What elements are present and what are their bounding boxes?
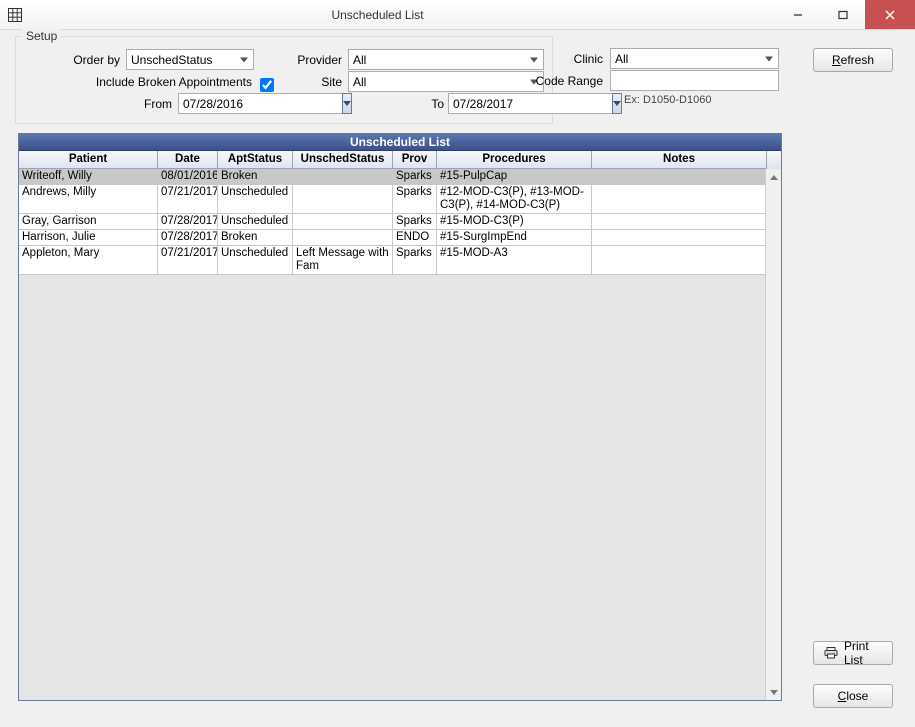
col-aptstatus[interactable]: AptStatus	[218, 151, 293, 169]
setup-legend: Setup	[22, 29, 61, 43]
grid-body[interactable]: Writeoff, Willy08/01/2016BrokenSparks#15…	[19, 169, 781, 700]
cell	[592, 230, 767, 245]
cell: #15-PulpCap	[437, 169, 592, 184]
refresh-button[interactable]: Refresh	[813, 48, 893, 72]
cell: Appleton, Mary	[19, 246, 158, 274]
cell: ENDO	[393, 230, 437, 245]
setup-groupbox: Setup Order by UnschedStatus Include Bro…	[15, 36, 553, 124]
unscheduled-grid: Unscheduled List Patient Date AptStatus …	[18, 133, 782, 701]
table-row[interactable]: Andrews, Milly07/21/2017Unscheduled Spark…	[19, 185, 781, 214]
close-window-button[interactable]	[865, 0, 915, 29]
cell	[592, 169, 767, 184]
from-date-input-wrap[interactable]	[178, 93, 274, 114]
clinic-select-wrap[interactable]: All	[610, 48, 779, 69]
col-date[interactable]: Date	[158, 151, 218, 169]
col-prov[interactable]: Prov	[393, 151, 437, 169]
provider-label: Provider	[292, 53, 342, 67]
cell: Unscheduled	[218, 185, 293, 213]
site-select-wrap[interactable]: All	[348, 71, 544, 92]
cell: 07/21/2017	[158, 246, 218, 274]
cell	[293, 169, 393, 184]
cell: #15-MOD-C3(P)	[437, 214, 592, 229]
site-select[interactable]: All	[348, 71, 544, 92]
cell: 07/28/2017	[158, 214, 218, 229]
grid-header-row: Patient Date AptStatus UnschedStatus Pro…	[19, 151, 781, 169]
scroll-up-icon[interactable]	[766, 169, 781, 185]
cell: Sparks	[393, 169, 437, 184]
table-row[interactable]: Appleton, Mary07/21/2017UnscheduledLeft …	[19, 246, 781, 275]
maximize-button[interactable]	[820, 0, 865, 29]
print-list-label: Print List	[844, 639, 882, 667]
cell	[293, 230, 393, 245]
code-range-hint: Ex: D1050-D1060	[624, 94, 711, 106]
to-date-input-wrap[interactable]	[448, 93, 544, 114]
window-title: Unscheduled List	[0, 8, 775, 22]
col-notes[interactable]: Notes	[592, 151, 767, 169]
cell: Gray, Garrison	[19, 214, 158, 229]
cell	[592, 246, 767, 274]
order-by-label: Order by	[48, 53, 120, 67]
cell: 08/01/2016	[158, 169, 218, 184]
cell: Writeoff, Willy	[19, 169, 158, 184]
cell: Sparks	[393, 185, 437, 213]
cell: Harrison, Julie	[19, 230, 158, 245]
include-broken-checkbox[interactable]	[260, 78, 274, 92]
grid-vertical-scrollbar[interactable]	[765, 169, 781, 700]
provider-select[interactable]: All	[348, 49, 544, 70]
cell: 07/28/2017	[158, 230, 218, 245]
to-date-input[interactable]	[448, 93, 613, 114]
cell: Unscheduled	[218, 246, 293, 274]
col-patient[interactable]: Patient	[19, 151, 158, 169]
to-date-picker-button[interactable]	[612, 93, 622, 114]
cell: #15-SurgImpEnd	[437, 230, 592, 245]
cell: 07/21/2017	[158, 185, 218, 213]
code-range-label: Code Range	[530, 74, 603, 88]
col-procedures[interactable]: Procedures	[437, 151, 592, 169]
table-row[interactable]: Harrison, Julie07/28/2017Broken ENDO#15-S…	[19, 230, 781, 246]
cell: Sparks	[393, 214, 437, 229]
clinic-select[interactable]: All	[610, 48, 779, 69]
minimize-button[interactable]	[775, 0, 820, 29]
from-date-picker-button[interactable]	[342, 93, 352, 114]
cell: Unscheduled	[218, 214, 293, 229]
print-list-button[interactable]: Print List	[813, 641, 893, 665]
cell: Broken	[218, 169, 293, 184]
site-label: Site	[292, 75, 342, 89]
order-by-select-wrap[interactable]: UnschedStatus	[126, 49, 254, 70]
provider-select-wrap[interactable]: All	[348, 49, 544, 70]
include-broken-label: Include Broken Appointments	[0, 75, 252, 89]
cell	[293, 214, 393, 229]
code-range-input[interactable]	[610, 70, 779, 91]
table-row[interactable]: Writeoff, Willy08/01/2016Broken Sparks#15…	[19, 169, 781, 185]
cell: Sparks	[393, 246, 437, 274]
cell: #15-MOD-A3	[437, 246, 592, 274]
from-date-input[interactable]	[178, 93, 343, 114]
window-buttons	[775, 0, 915, 29]
cell: #12-MOD-C3(P), #13-MOD-C3(P), #14-MOD-C3…	[437, 185, 592, 213]
printer-icon	[824, 647, 838, 659]
cell	[592, 214, 767, 229]
grid-title: Unscheduled List	[19, 134, 781, 151]
to-label: To	[396, 97, 444, 111]
from-label: From	[124, 97, 172, 111]
table-row[interactable]: Gray, Garrison07/28/2017Unscheduled Spark…	[19, 214, 781, 230]
cell	[592, 185, 767, 213]
cell	[293, 185, 393, 213]
clinic-label: Clinic	[553, 52, 603, 66]
order-by-select[interactable]: UnschedStatus	[126, 49, 254, 70]
title-bar: Unscheduled List	[0, 0, 915, 30]
col-unschedstatus[interactable]: UnschedStatus	[293, 151, 393, 169]
close-button[interactable]: Close	[813, 684, 893, 708]
cell: Broken	[218, 230, 293, 245]
client-area: Setup Order by UnschedStatus Include Bro…	[0, 30, 915, 727]
cell: Left Message with Fam	[293, 246, 393, 274]
cell: Andrews, Milly	[19, 185, 158, 213]
scroll-down-icon[interactable]	[766, 684, 781, 700]
